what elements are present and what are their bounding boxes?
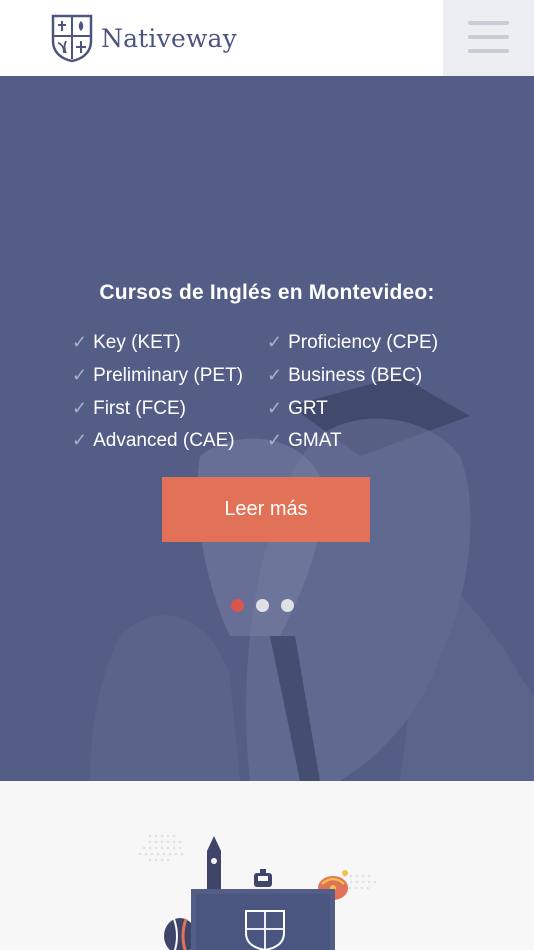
- course-item: ✓ GMAT: [267, 430, 342, 452]
- read-more-button[interactable]: Leer más: [162, 477, 370, 542]
- course-item: ✓ Preliminary (PET): [72, 365, 243, 387]
- check-icon: ✓: [267, 430, 283, 450]
- big-ben-icon: [207, 836, 221, 889]
- slide-dot-1[interactable]: [231, 599, 244, 612]
- london-illustration: [138, 834, 377, 950]
- slide-dot-3[interactable]: [281, 599, 294, 612]
- hero-title: Cursos de Inglés en Montevideo:: [99, 281, 435, 304]
- brand-logo[interactable]: Nativeway: [50, 13, 237, 63]
- course-label: Proficiency (CPE): [288, 332, 439, 353]
- course-label: Advanced (CAE): [93, 430, 235, 451]
- check-icon: ✓: [72, 365, 88, 385]
- course-label: GRT: [288, 398, 328, 419]
- hamburger-menu-icon: [468, 21, 509, 25]
- check-icon: ✓: [72, 332, 88, 352]
- check-icon: ✓: [72, 398, 88, 418]
- crest-shield-icon: [51, 14, 93, 63]
- course-item: ✓ First (FCE): [72, 398, 186, 420]
- course-item: ✓ GRT: [267, 398, 328, 420]
- check-icon: ✓: [72, 430, 88, 450]
- course-label: Preliminary (PET): [93, 365, 243, 386]
- crest-screen-icon: [191, 889, 335, 950]
- illustration-section: [0, 781, 534, 950]
- check-icon: ✓: [267, 398, 283, 418]
- site-header: Nativeway: [0, 0, 534, 76]
- check-icon: ✓: [267, 332, 283, 352]
- course-label: Business (BEC): [288, 365, 423, 386]
- menu-button[interactable]: [443, 0, 534, 76]
- course-item: ✓ Key (KET): [72, 332, 181, 354]
- course-label: Key (KET): [93, 332, 181, 353]
- hero-slider: Cursos de Inglés en Montevideo: ✓ Key (KE…: [0, 76, 534, 781]
- course-item: ✓ Proficiency (CPE): [267, 332, 438, 354]
- slide-dot-2[interactable]: [256, 599, 269, 612]
- check-icon: ✓: [267, 365, 283, 385]
- hero-background-photo: [0, 76, 534, 781]
- course-label: GMAT: [288, 430, 342, 451]
- taxi-icon: [254, 869, 272, 887]
- slider-pagination: [231, 599, 294, 612]
- course-item: ✓ Business (BEC): [267, 365, 422, 387]
- hamburger-menu-icon-bar: [468, 35, 509, 39]
- course-label: First (FCE): [93, 398, 186, 419]
- hamburger-menu-icon-bar: [468, 49, 509, 53]
- course-item: ✓ Advanced (CAE): [72, 430, 235, 452]
- brand-name: Nativeway: [101, 23, 237, 53]
